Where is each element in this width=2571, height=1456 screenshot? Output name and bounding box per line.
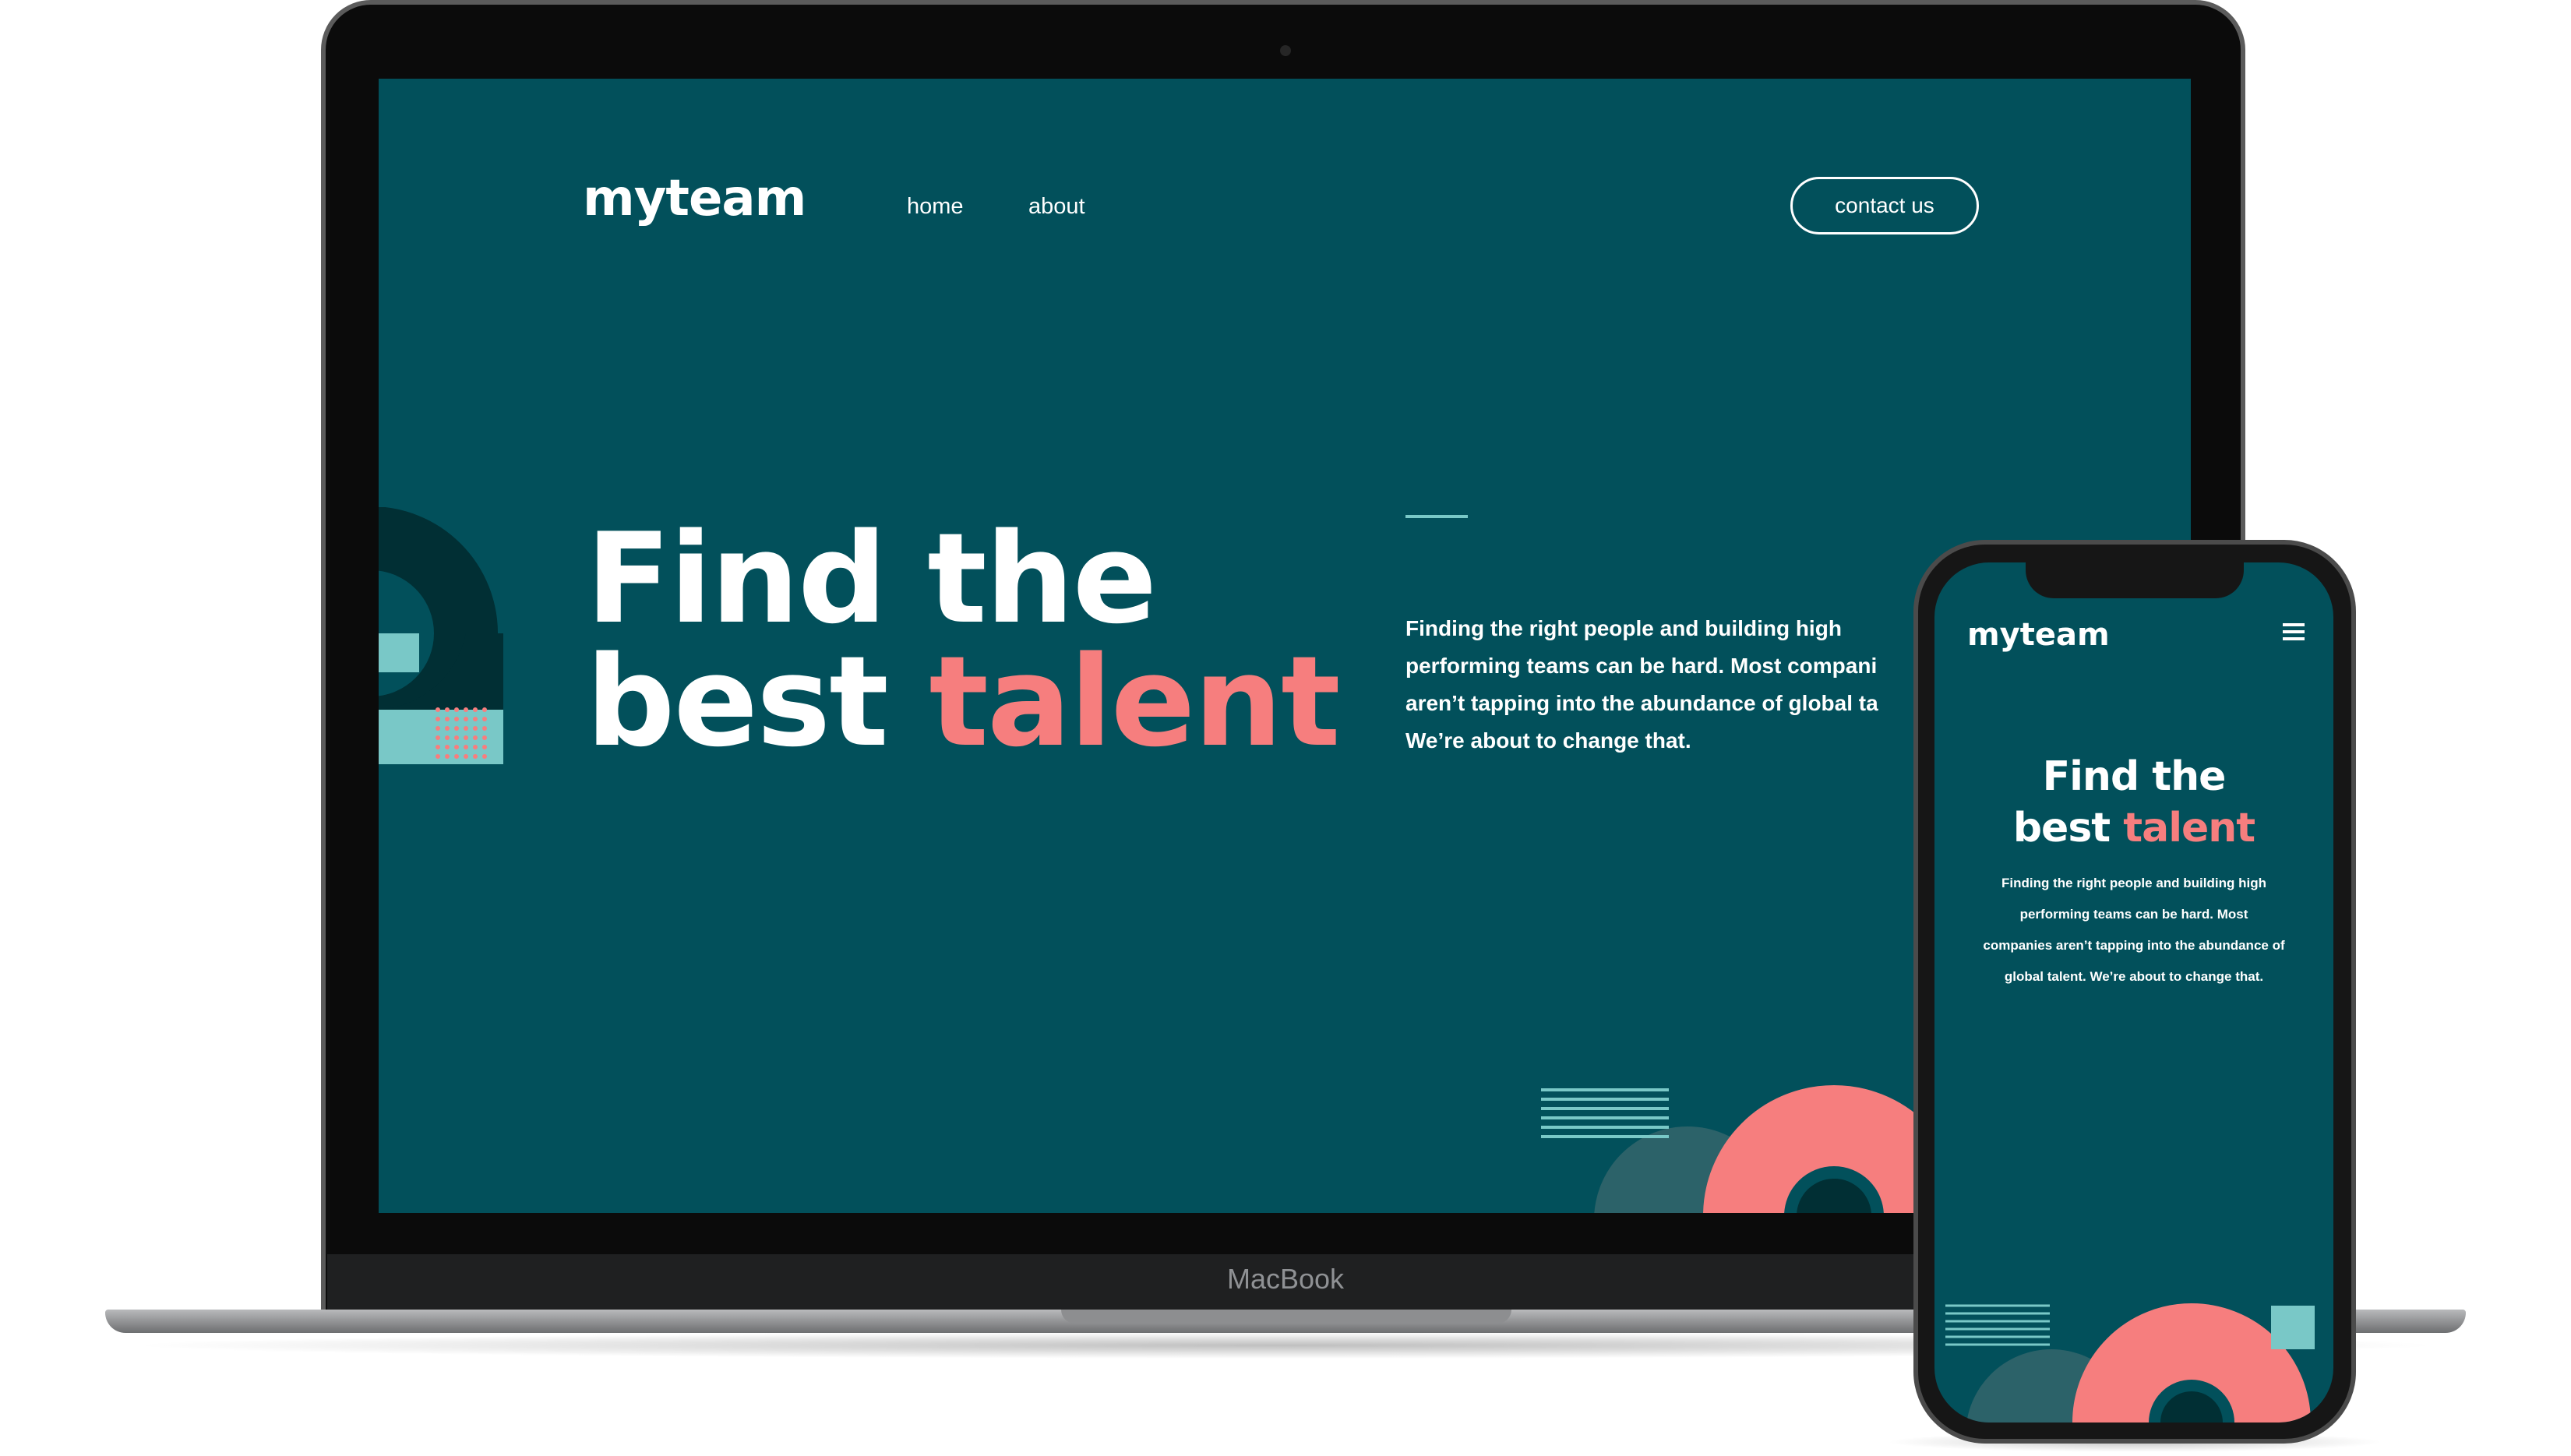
phone-hero-heading-line2: best talent — [1934, 802, 2333, 854]
phone-hero-word-talent: talent — [2123, 805, 2255, 851]
phone-hero-description-line: Finding the right people and building hi… — [2001, 876, 2266, 890]
phone-hero-description: Finding the right people and building hi… — [1934, 868, 2333, 992]
contact-us-button[interactable]: contact us — [1790, 177, 1979, 234]
hero-description-line: We’re about to change that. — [1405, 728, 1691, 753]
macbook-label: MacBook — [1226, 1263, 1345, 1295]
phone-hero-heading-line1: Find the — [2042, 753, 2227, 800]
hero-description-line: aren’t tapping into the abundance of glo… — [1405, 691, 1878, 715]
laptop-hinge-notch — [1061, 1310, 1511, 1324]
phone-decor-bottom — [1945, 1303, 2315, 1423]
hero-word-best: best — [586, 629, 889, 774]
phone-hero-heading: Find the best talent — [1934, 751, 2333, 854]
accent-line — [1405, 515, 1468, 518]
hero-word-talent: talent — [929, 629, 1340, 774]
phone-notch — [2026, 559, 2244, 598]
site-logo[interactable]: myteam — [583, 170, 806, 227]
hero-description-line: Finding the right people and building hi… — [1405, 616, 1842, 640]
phone-hero-word-best: best — [2012, 805, 2111, 851]
phone-hero-description-line: companies aren’t tapping into the abunda… — [1983, 938, 2285, 953]
phone-site-logo[interactable]: myteam — [1967, 617, 2110, 653]
phone-screen: myteam Find the best talent Finding the … — [1934, 562, 2333, 1423]
phone-hero-description-line: performing teams can be hard. Most — [2019, 907, 2248, 922]
phone-hero-description-line: global talent. We’re about to change tha… — [2004, 969, 2264, 984]
hero-heading-line1: Find the — [586, 506, 1157, 651]
hero-heading-line2: best talent — [586, 640, 1341, 764]
hero-description-line: performing teams can be hard. Most compa… — [1405, 654, 1878, 678]
hero-description: Finding the right people and building hi… — [1405, 610, 1878, 760]
hamburger-menu-icon[interactable] — [2283, 623, 2305, 640]
nav-link-home[interactable]: home — [907, 194, 964, 220]
laptop-camera — [1280, 45, 1291, 56]
nav-link-about[interactable]: about — [1028, 194, 1085, 220]
decor-left-ring — [379, 507, 503, 764]
